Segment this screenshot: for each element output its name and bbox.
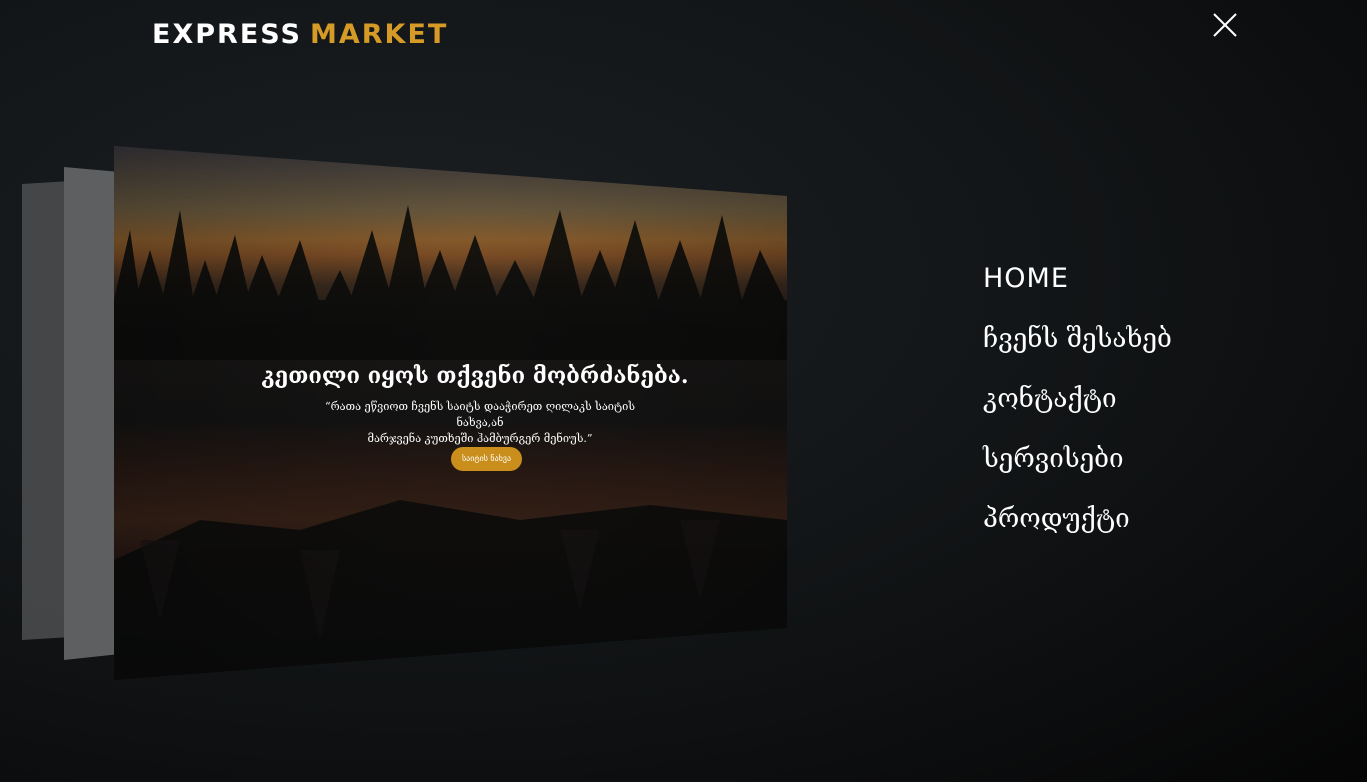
menu-item-about[interactable]: ჩვენს შესახებ [983, 322, 1172, 356]
close-menu-button[interactable] [1211, 11, 1239, 39]
hero-page-stack: კეთილი იყოს თქვენი მობრძანება. “რათა ეწვ… [0, 0, 800, 782]
view-site-button[interactable]: საიტის ნახვა [451, 447, 522, 471]
hero-subtitle-line-2: მარჯვენა კუთხეში ჰამბურგერ მენიუს.” [367, 432, 593, 445]
hero-overlay [114, 146, 787, 680]
screen: EXPRESS MARKET კეთილი იყოს თქვენი მობრძა… [0, 0, 1367, 782]
hero-subtitle: “რათა ეწვიოთ ჩვენს საიტს დააჭირეთ ღილაკს… [300, 399, 660, 447]
hero-subtitle-line-1: “რათა ეწვიოთ ჩვენს საიტს დააჭირეთ ღილაკს… [324, 400, 635, 429]
menu-item-services[interactable]: სერვისები [983, 442, 1172, 476]
menu-item-products[interactable]: პროდუქტი [983, 502, 1172, 536]
main-menu: HOME ჩვენს შესახებ კონტაქტი სერვისები პრ… [983, 262, 1172, 562]
close-icon [1213, 13, 1237, 37]
menu-item-contact[interactable]: კონტაქტი [983, 382, 1172, 416]
hero-title: კეთილი იყოს თქვენი მობრძანება. [261, 363, 689, 389]
menu-item-home[interactable]: HOME [983, 262, 1172, 296]
